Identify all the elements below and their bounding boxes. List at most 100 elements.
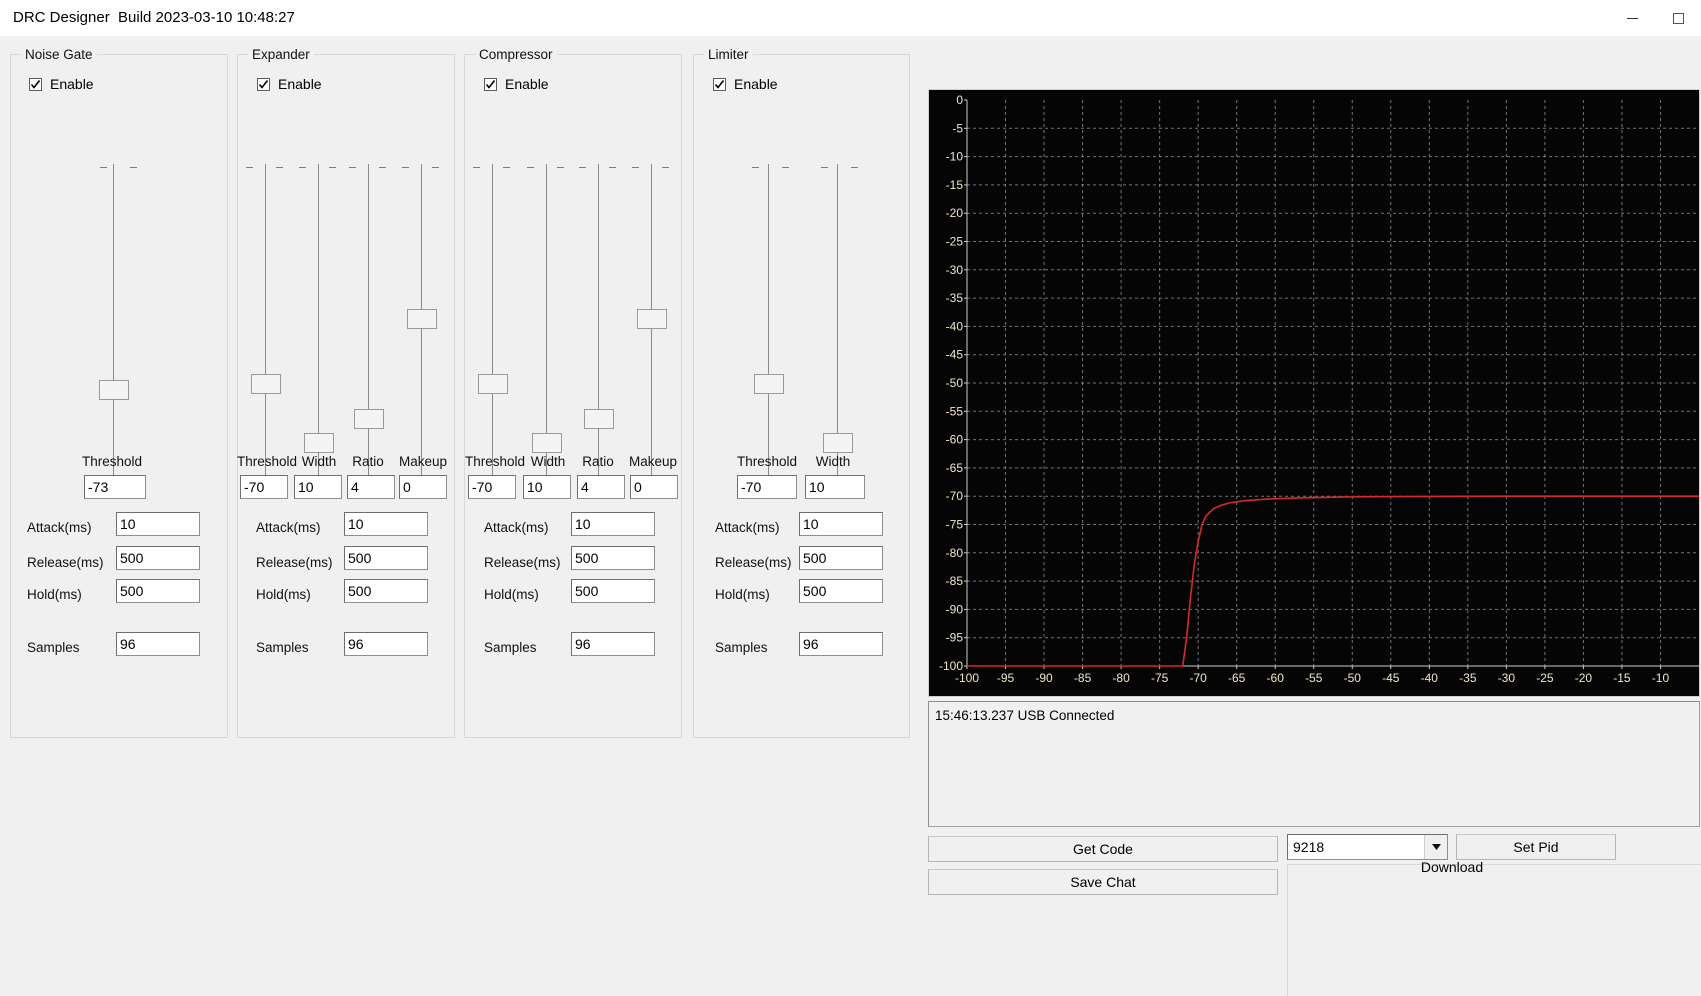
x-tick-label: -45: [1382, 671, 1400, 685]
expander-hold-label: Hold(ms): [256, 587, 311, 602]
compressor-threshold-input[interactable]: -70: [468, 475, 516, 499]
noise-gate-attack-label: Attack(ms): [27, 520, 92, 535]
noise-gate-enable-checkbox[interactable]: Enable: [29, 76, 94, 92]
noise-gate-threshold-label: Threshold: [81, 454, 143, 469]
y-tick-label: -65: [946, 461, 964, 475]
limiter-hold-label: Hold(ms): [715, 587, 770, 602]
expander-width-label: Width: [301, 454, 337, 469]
expander-samples-label: Samples: [256, 640, 309, 655]
expander-makeup-input[interactable]: 0: [399, 475, 447, 499]
y-tick-label: -70: [946, 489, 964, 503]
expander-threshold-slider[interactable]: [246, 164, 283, 478]
y-tick-label: -35: [946, 291, 964, 305]
expander-enable-checkbox[interactable]: Enable: [257, 76, 322, 92]
compressor-makeup-slider[interactable]: [632, 164, 669, 478]
check-icon: [714, 79, 725, 89]
limiter-release-input[interactable]: 500: [799, 546, 883, 570]
compressor-threshold-slider[interactable]: [473, 164, 510, 478]
expander-width-input[interactable]: 10: [294, 475, 342, 499]
slider-thumb[interactable]: [478, 374, 508, 394]
download-button[interactable]: Download: [1352, 854, 1552, 880]
slider-thumb[interactable]: [251, 374, 281, 394]
minimize-button[interactable]: [1609, 0, 1655, 36]
check-icon: [30, 79, 41, 89]
slider-tick-top-right: [503, 167, 510, 168]
slider-tick-top-left: [299, 167, 306, 168]
save-chat-button[interactable]: Save Chat: [928, 869, 1278, 895]
limiter-attack-label: Attack(ms): [715, 520, 780, 535]
slider-tick-top-left: [402, 167, 409, 168]
expander-attack-input[interactable]: 10: [344, 512, 428, 536]
expander-hold-input[interactable]: 500: [344, 579, 428, 603]
slider-thumb[interactable]: [354, 409, 384, 429]
expander-threshold-input[interactable]: -70: [240, 475, 288, 499]
limiter-width-input[interactable]: 10: [805, 475, 865, 499]
compressor-ratio-slider[interactable]: [579, 164, 616, 478]
noise-gate-attack-input[interactable]: 10: [116, 512, 200, 536]
slider-thumb[interactable]: [99, 380, 129, 400]
expander-samples-input[interactable]: 96: [344, 632, 428, 656]
compressor-samples-input[interactable]: 96: [571, 632, 655, 656]
limiter-hold-input[interactable]: 500: [799, 579, 883, 603]
slider-thumb[interactable]: [754, 374, 784, 394]
slider-track: [318, 164, 319, 478]
expander-ratio-input[interactable]: 4: [347, 475, 395, 499]
x-tick-label: -95: [997, 671, 1015, 685]
slider-thumb[interactable]: [584, 409, 614, 429]
slider-tick-top-left: [579, 167, 586, 168]
y-tick-label: -25: [946, 235, 964, 249]
limiter-attack-input[interactable]: 10: [799, 512, 883, 536]
check-icon: [258, 79, 269, 89]
compressor-width-input[interactable]: 10: [523, 475, 571, 499]
expander-makeup-slider[interactable]: [402, 164, 439, 478]
slider-thumb[interactable]: [823, 433, 853, 453]
limiter-enable-checkbox[interactable]: Enable: [713, 76, 778, 92]
compressor-attack-input[interactable]: 10: [571, 512, 655, 536]
checkbox-box: [484, 77, 497, 91]
log-line: 15:46:13.237 USB Connected: [935, 708, 1115, 723]
log-output[interactable]: 15:46:13.237 USB Connected: [928, 701, 1700, 827]
slider-thumb[interactable]: [304, 433, 334, 453]
compressor-attack-label: Attack(ms): [484, 520, 549, 535]
expander-threshold-label: Threshold: [236, 454, 298, 469]
limiter-threshold-slider[interactable]: [752, 164, 789, 478]
app-body: Noise Gate Enable Threshold -73 Attack(m…: [0, 36, 1701, 996]
slider-tick-top-right: [557, 167, 564, 168]
noise-gate-threshold-slider[interactable]: [97, 164, 137, 478]
expander-release-input[interactable]: 500: [344, 546, 428, 570]
noise-gate-samples-label: Samples: [27, 640, 80, 655]
slider-thumb[interactable]: [407, 309, 437, 329]
limiter-width-slider[interactable]: [821, 164, 858, 478]
compressor-ratio-input[interactable]: 4: [577, 475, 625, 499]
compressor-hold-input[interactable]: 500: [571, 579, 655, 603]
get-code-button[interactable]: Get Code: [928, 836, 1278, 862]
slider-thumb[interactable]: [637, 309, 667, 329]
noise-gate-samples-input[interactable]: 96: [116, 632, 200, 656]
x-tick-label: -50: [1344, 671, 1362, 685]
limiter-threshold-input[interactable]: -70: [737, 475, 797, 499]
maximize-button[interactable]: [1655, 0, 1701, 36]
chart-canvas: 0 -5 -10 -15 -20 -25 -30 -35 -40 -45 -50 -55 -60 -65 -…: [929, 90, 1699, 696]
noise-gate-threshold-input[interactable]: -73: [84, 475, 146, 499]
expander-width-slider[interactable]: [299, 164, 336, 478]
compressor-width-slider[interactable]: [527, 164, 564, 478]
expander-enable-label: Enable: [278, 76, 322, 92]
limiter-samples-input[interactable]: 96: [799, 632, 883, 656]
slider-thumb[interactable]: [532, 433, 562, 453]
noise-gate-hold-input[interactable]: 500: [116, 579, 200, 603]
slider-tick-top-left: [527, 167, 534, 168]
compressor-makeup-input[interactable]: 0: [630, 475, 678, 499]
expander-ratio-slider[interactable]: [349, 164, 386, 478]
limiter-width-label: Width: [815, 454, 851, 469]
compressor-release-input[interactable]: 500: [571, 546, 655, 570]
y-tick-label: 0: [956, 93, 963, 107]
y-tick-label: -85: [946, 574, 964, 588]
compressor-enable-checkbox[interactable]: Enable: [484, 76, 549, 92]
slider-tick-top-left: [821, 167, 828, 168]
noise-gate-release-input[interactable]: 500: [116, 546, 200, 570]
slider-track: [492, 164, 493, 478]
x-tick-label: -60: [1267, 671, 1285, 685]
slider-tick-top-left: [752, 167, 759, 168]
limiter-threshold-label: Threshold: [736, 454, 798, 469]
maximize-icon: [1672, 12, 1684, 24]
